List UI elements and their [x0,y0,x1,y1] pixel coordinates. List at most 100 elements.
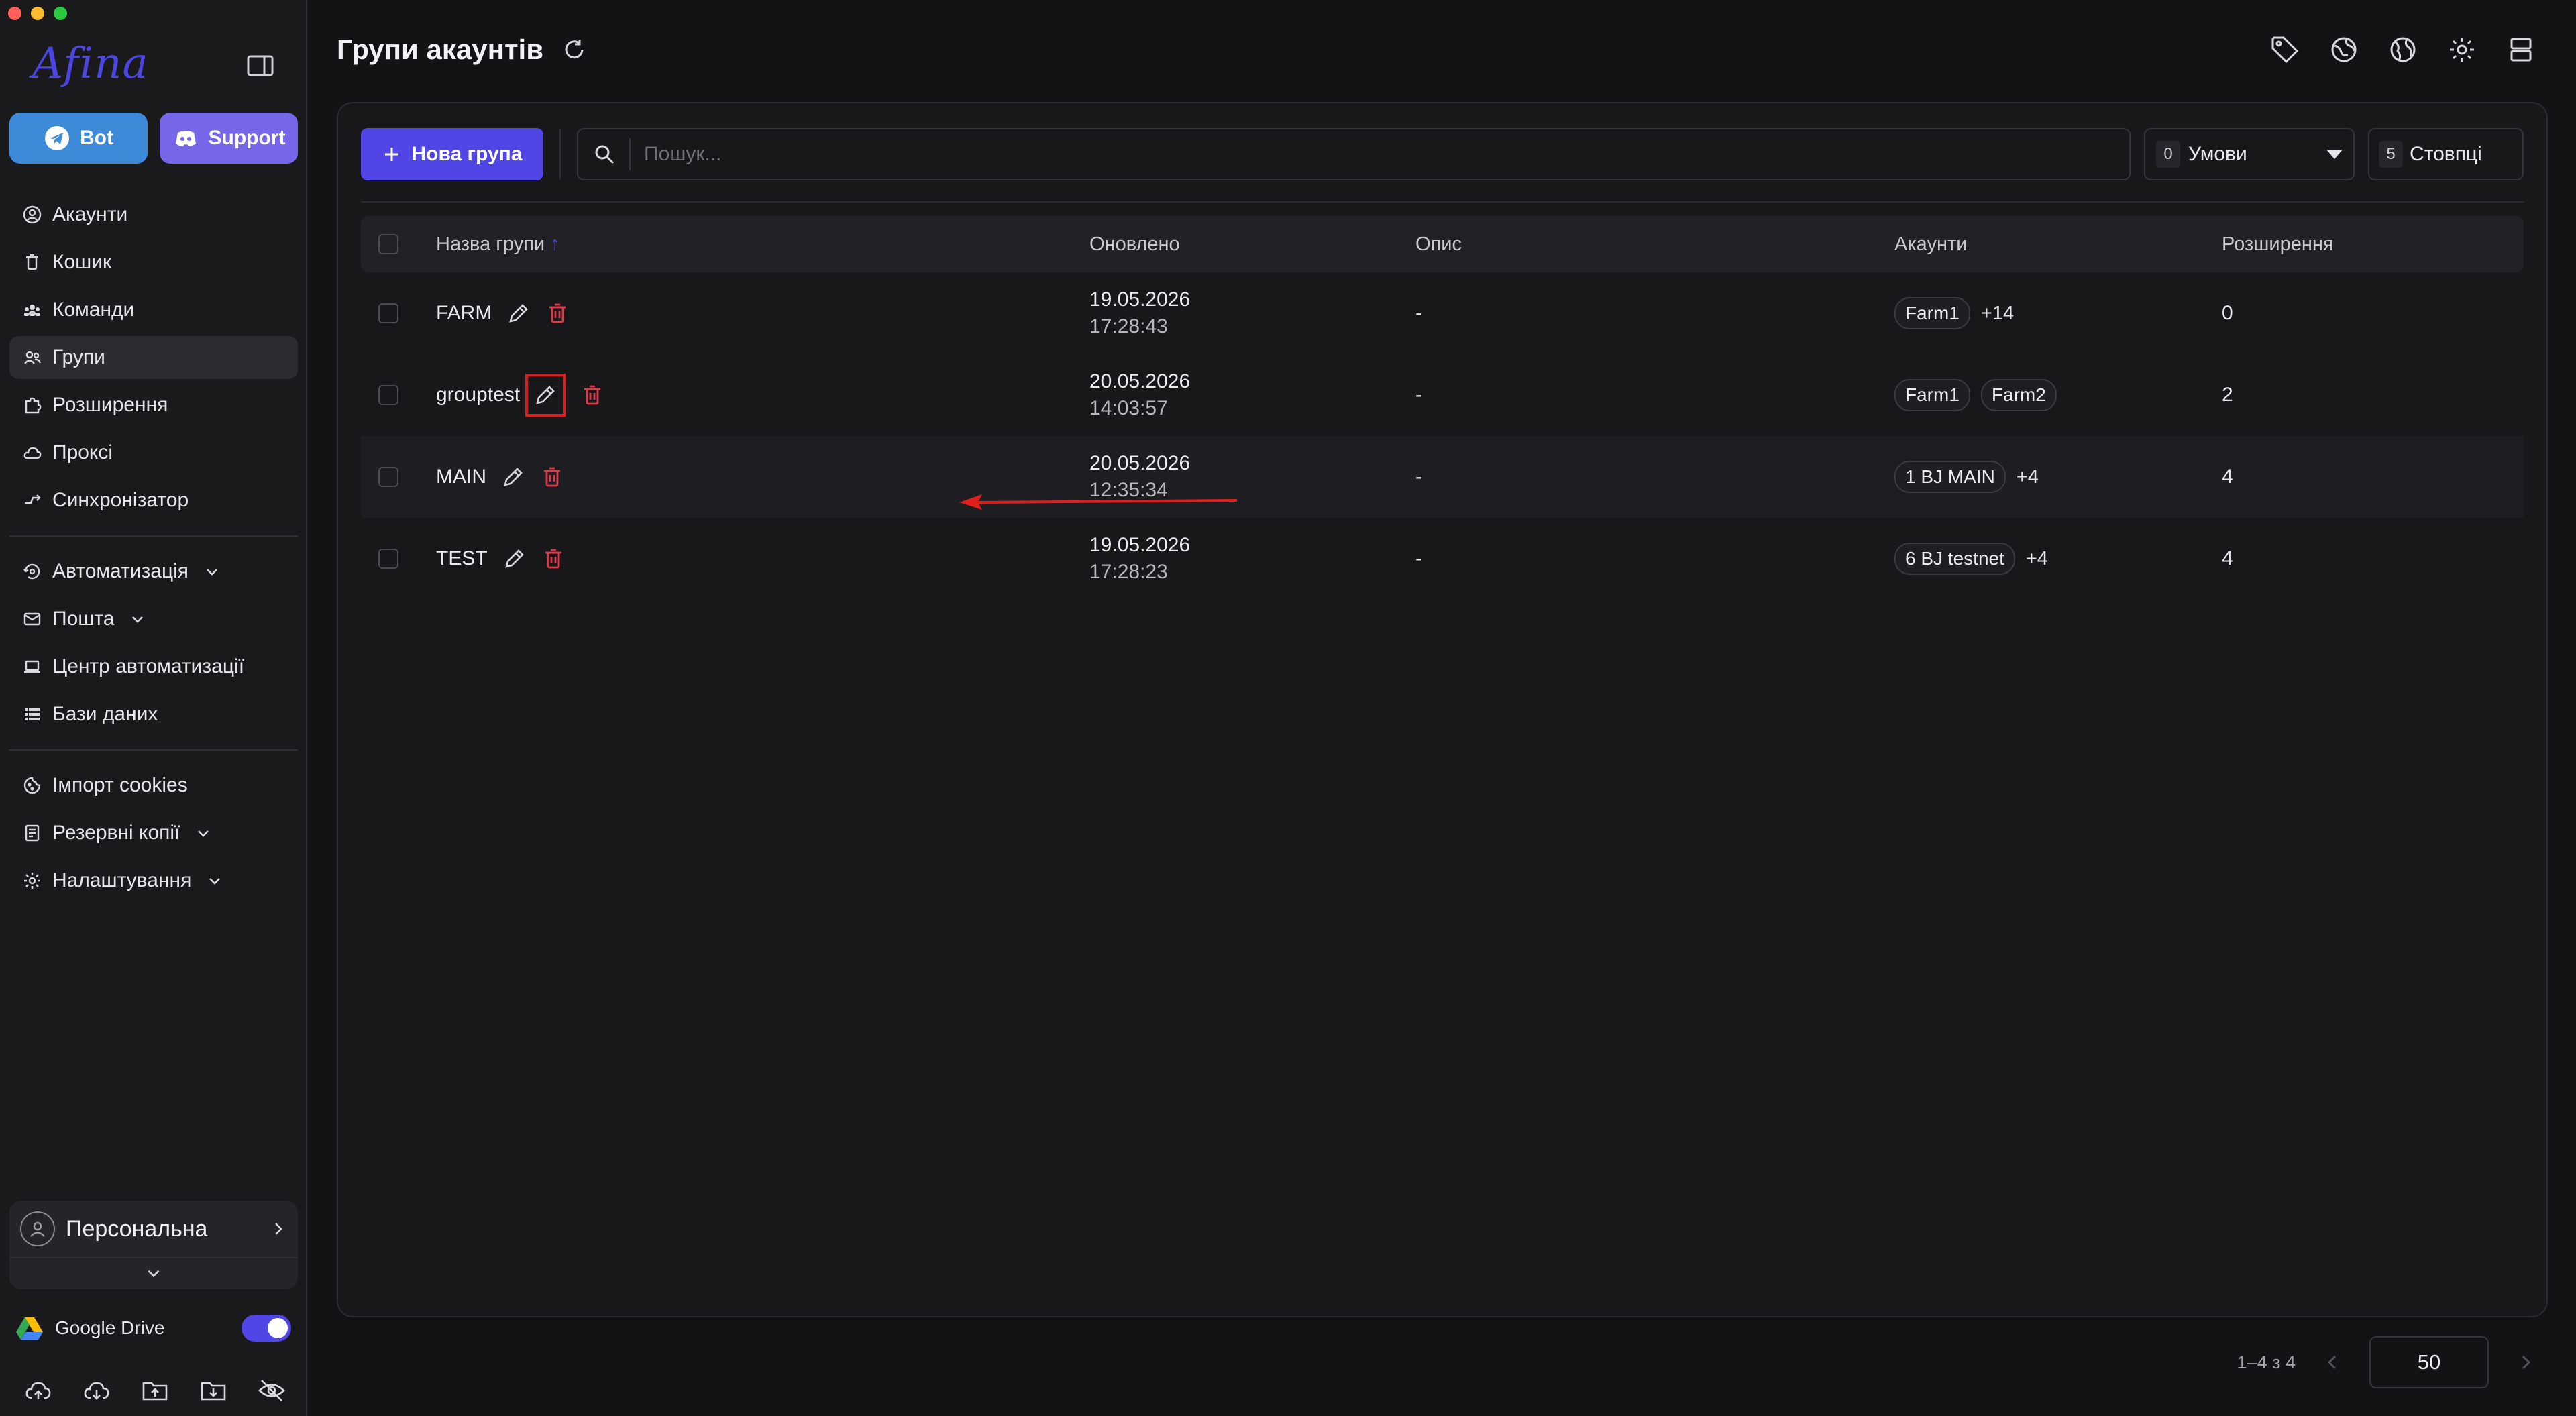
more-accounts-count[interactable]: +4 [2026,548,2048,570]
row-checkbox[interactable] [378,549,398,569]
profile-name: Персональна [66,1215,208,1242]
profile-switcher[interactable]: Персональна [9,1201,298,1289]
conditions-dropdown[interactable]: 0 Умови [2144,128,2355,180]
updated-cell: 19.05.2026 17:28:23 [1089,532,1190,586]
refresh-icon[interactable] [562,38,586,62]
table-row[interactable]: grouptest 20.05.2026 14:03:57 - Farm1 Fa… [361,354,2524,436]
table-row[interactable]: MAIN 20.05.2026 12:35:34 - 1 BJ MAIN +4 … [361,436,2524,518]
row-checkbox[interactable] [378,303,398,323]
account-tag[interactable]: Farm2 [1980,379,2057,411]
chevron-down-icon[interactable] [144,1264,163,1283]
column-header-name[interactable]: Назва групи ↑ [436,233,560,256]
bot-button[interactable]: Bot [9,113,148,164]
select-all-checkbox[interactable] [378,234,398,254]
delete-trash-icon[interactable] [541,547,566,571]
sidebar-item-import-cookies[interactable]: Імпорт cookies [9,764,298,807]
layout-rows-icon[interactable] [2506,35,2536,64]
account-tag[interactable]: 6 BJ testnet [1894,543,2015,575]
sidebar-item-groups[interactable]: Групи [9,336,298,379]
edit-pencil-icon[interactable] [501,465,525,489]
cloud-upload-icon[interactable] [24,1376,52,1405]
globe-icon[interactable] [2388,35,2418,64]
settings-gear-icon[interactable] [2447,35,2477,64]
edit-pencil-icon[interactable] [533,383,557,407]
more-accounts-count[interactable]: +14 [1981,303,2014,325]
column-header-description[interactable]: Опис [1415,233,1462,256]
delete-trash-icon[interactable] [540,465,564,489]
description-cell: - [1415,466,1422,488]
group-name: FARM [436,302,492,324]
accounts-cell: 1 BJ MAIN +4 [1894,461,2039,493]
eye-off-icon[interactable] [258,1376,286,1405]
app-logo: Afina [32,39,149,89]
sidebar-item-teams[interactable]: Команди [9,288,298,331]
google-drive-toggle[interactable] [241,1315,291,1342]
folder-download-icon[interactable] [199,1376,227,1405]
sidebar-item-databases[interactable]: Бази даних [9,693,298,736]
support-button[interactable]: Support [160,113,298,164]
search-box[interactable] [577,128,2131,180]
cloud-download-icon[interactable] [83,1376,111,1405]
account-tag[interactable]: Farm1 [1894,379,1970,411]
sidebar-item-trash[interactable]: Кошик [9,241,298,284]
sidebar-item-automation[interactable]: Автоматизація [9,550,298,593]
toggle-sidebar-icon[interactable] [247,55,274,76]
ip-check-icon[interactable] [2329,35,2359,64]
edit-pencil-icon[interactable] [502,547,527,571]
folder-upload-icon[interactable] [141,1376,169,1405]
puzzle-icon [25,397,42,414]
minimize-window-button[interactable] [31,7,44,20]
maximize-window-button[interactable] [54,7,67,20]
accounts-cell: Farm1 Farm2 [1894,379,2057,411]
account-tag[interactable]: 1 BJ MAIN [1894,461,2006,493]
extensions-count: 4 [2222,547,2233,569]
table-header: Назва групи ↑ Оновлено Опис Акаунти Розши… [361,216,2524,272]
cloud-icon [23,447,42,459]
column-header-extensions[interactable]: Розширення [2222,233,2334,256]
updated-date: 20.05.2026 [1089,370,1191,392]
tag-icon[interactable] [2270,35,2300,64]
sidebar-item-synchronizer[interactable]: Синхронізатор [9,479,298,522]
chevron-right-icon[interactable] [270,1220,287,1238]
team-icon [24,305,40,316]
columns-button[interactable]: 5 Стовпці [2368,128,2524,180]
caret-down-icon [2326,150,2343,159]
sidebar-item-label: Розширення [52,394,168,416]
page-title: Групи акаунтів [337,34,544,65]
group-name: grouptest [436,384,521,406]
close-window-button[interactable] [8,7,21,20]
next-page-icon[interactable] [2516,1352,2536,1372]
sidebar-item-label: Синхронізатор [52,489,189,511]
mail-icon [23,612,41,626]
table-row[interactable]: FARM 19.05.2026 17:28:43 - Farm1 +14 0 [361,272,2524,354]
delete-trash-icon[interactable] [545,301,570,325]
sidebar-item-accounts[interactable]: Акаунти [9,193,298,236]
column-header-updated[interactable]: Оновлено [1089,233,1180,256]
sidebar-bottom-actions [24,1376,286,1405]
rows-per-page-select[interactable]: 50 [2369,1336,2489,1388]
cookie-icon [23,777,41,794]
delete-trash-icon[interactable] [580,383,604,407]
updated-cell: 20.05.2026 14:03:57 [1089,368,1190,422]
annotation-arrow [959,494,1238,510]
sidebar-item-extensions[interactable]: Розширення [9,384,298,427]
group-name: TEST [436,547,488,569]
column-header-accounts[interactable]: Акаунти [1894,233,1967,256]
edit-pencil-icon[interactable] [506,301,531,325]
sidebar-item-automation-center[interactable]: Центр автоматизації [9,645,298,688]
search-input[interactable] [644,143,2114,166]
account-tag[interactable]: Farm1 [1894,297,1970,329]
sidebar-item-mail[interactable]: Пошта [9,598,298,641]
sidebar-item-backups[interactable]: Резервні копії [9,812,298,855]
search-icon [595,145,614,164]
sidebar-item-proxies[interactable]: Проксі [9,431,298,474]
sidebar-item-settings[interactable]: Налаштування [9,859,298,902]
table-row[interactable]: TEST 19.05.2026 17:28:23 - 6 BJ testnet … [361,518,2524,600]
more-accounts-count[interactable]: +4 [2017,466,2039,488]
new-group-button[interactable]: Нова група [361,128,543,180]
sidebar-item-label: Резервні копії [52,822,180,844]
prev-page-icon[interactable] [2322,1352,2343,1372]
row-checkbox[interactable] [378,385,398,405]
bot-label: Bot [80,127,113,149]
row-checkbox[interactable] [378,467,398,487]
